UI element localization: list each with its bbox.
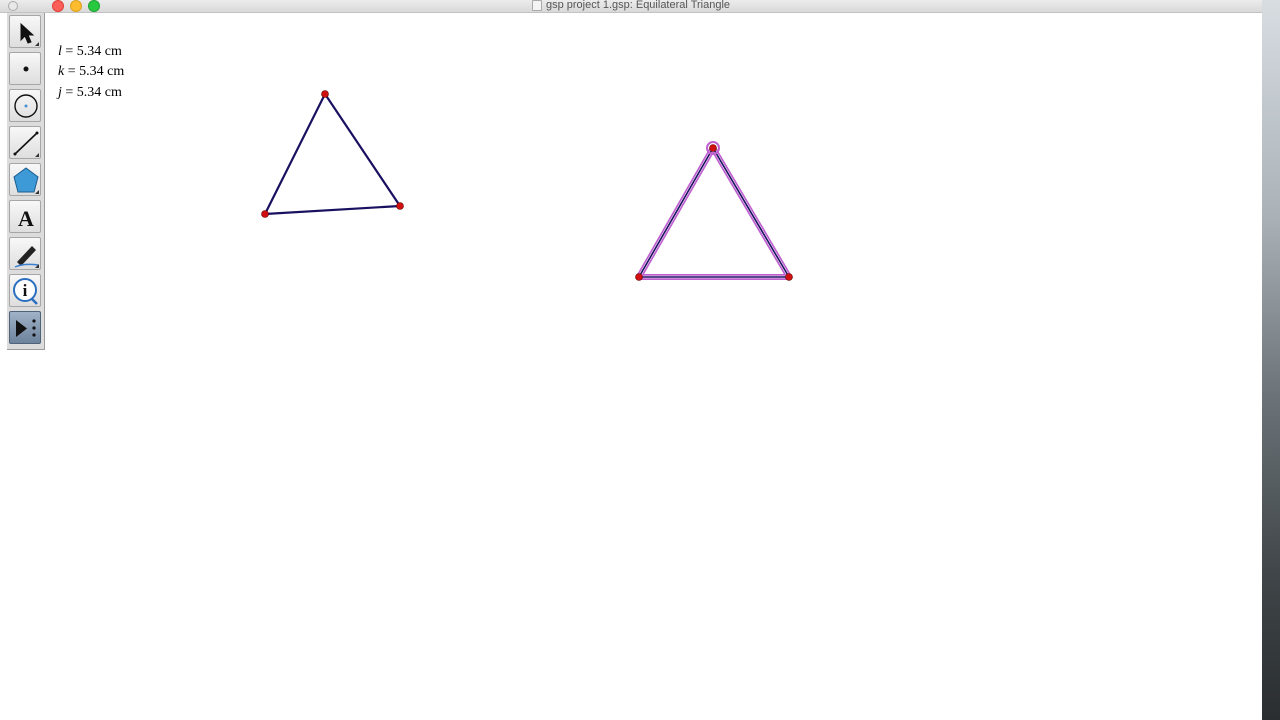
desktop-background-right bbox=[1260, 0, 1280, 720]
segment[interactable] bbox=[324, 93, 401, 207]
point[interactable] bbox=[785, 273, 793, 281]
point[interactable] bbox=[321, 90, 329, 98]
point[interactable] bbox=[709, 144, 717, 152]
point[interactable] bbox=[261, 210, 269, 218]
segment[interactable] bbox=[712, 147, 790, 278]
segment[interactable] bbox=[638, 147, 714, 278]
triangle-right-selected[interactable] bbox=[635, 141, 793, 281]
point[interactable] bbox=[396, 202, 404, 210]
triangle-left[interactable] bbox=[261, 90, 404, 218]
point[interactable] bbox=[635, 273, 643, 281]
selection-highlight-inner bbox=[637, 146, 791, 279]
selection-highlight bbox=[636, 145, 792, 280]
segment[interactable] bbox=[264, 93, 326, 215]
sketch-canvas[interactable] bbox=[0, 0, 1262, 720]
segment[interactable] bbox=[264, 204, 401, 216]
